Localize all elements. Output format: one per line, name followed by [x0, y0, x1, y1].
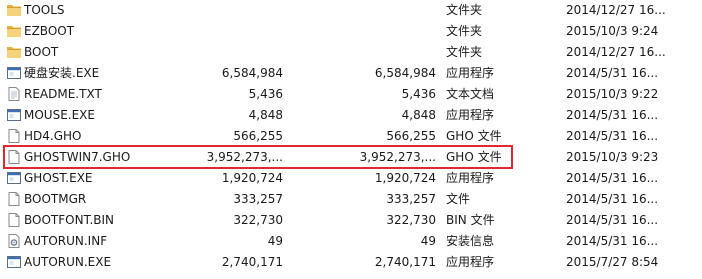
file-packed-size: 3,952,273,...	[359, 150, 436, 164]
file-type: BIN 文件	[446, 213, 495, 227]
file-packed-size: 5,436	[401, 87, 436, 101]
exe-window-icon	[6, 170, 22, 186]
file-modified-date: 2014/5/31 16...	[566, 108, 659, 122]
file-row[interactable]: AUTORUN.INF 49 49 安装信息 2014/5/31 16...	[0, 231, 702, 252]
file-type: 应用程序	[446, 108, 495, 122]
file-type: 应用程序	[446, 66, 495, 80]
file-modified-date: 2014/5/31 16...	[566, 129, 659, 143]
file-row[interactable]: AUTORUN.EXE 2,740,171 2,740,171 应用程序 2015/7/…	[0, 252, 702, 273]
file-size: 49	[267, 234, 283, 248]
file-row[interactable]: BOOTFONT.BIN 322,730 322,730 BIN 文件 2014/5/3…	[0, 210, 702, 231]
file-packed-size: 49	[420, 234, 436, 248]
file-type: 文件	[446, 192, 471, 206]
file-size: 1,920,724	[221, 171, 283, 185]
file-type: 应用程序	[446, 255, 495, 269]
file-type: 应用程序	[446, 171, 495, 185]
file-type: 文件夹	[446, 24, 483, 38]
blank-file-icon	[6, 149, 22, 165]
file-packed-size: 2,740,171	[374, 255, 436, 269]
file-list: TOOLS 文件夹 2014/12/27 16... EZBOOT 文件夹 2015/10…	[0, 0, 702, 279]
file-modified-date: 2015/10/3 9:23	[566, 150, 659, 164]
file-size: 4,848	[248, 108, 283, 122]
blank-file-icon	[6, 128, 22, 144]
file-row[interactable]: GHOST.EXE 1,920,724 1,920,724 应用程序 2014/5/31…	[0, 168, 702, 189]
file-packed-size: 6,584,984	[374, 66, 436, 80]
file-modified-date: 2014/5/31 16...	[566, 213, 659, 227]
folder-icon	[6, 2, 22, 18]
folder-icon	[6, 23, 22, 39]
file-name: AUTORUN.INF	[24, 234, 108, 248]
file-name: 硬盘安装.EXE	[24, 66, 100, 80]
file-name: BOOTFONT.BIN	[24, 213, 115, 227]
text-document-icon	[6, 86, 22, 102]
file-size: 5,436	[248, 87, 283, 101]
file-name: HD4.GHO	[24, 129, 82, 143]
file-modified-date: 2014/5/31 16...	[566, 234, 659, 248]
folder-icon	[6, 44, 22, 60]
exe-window-icon	[6, 65, 22, 81]
file-size: 2,740,171	[221, 255, 283, 269]
file-type: 安装信息	[446, 234, 495, 248]
file-packed-size: 566,255	[386, 129, 436, 143]
file-modified-date: 2014/5/31 16...	[566, 171, 659, 185]
file-name: GHOSTWIN7.GHO	[24, 150, 131, 164]
file-size: 566,255	[233, 129, 283, 143]
blank-file-icon	[6, 212, 22, 228]
file-type: 文本文档	[446, 87, 495, 101]
file-row[interactable]: BOOTMGR 333,257 333,257 文件 2014/5/31 16...	[0, 189, 702, 210]
file-packed-size: 322,730	[386, 213, 436, 227]
file-size: 322,730	[233, 213, 283, 227]
file-size: 3,952,273,...	[206, 150, 283, 164]
settings-file-icon	[6, 233, 22, 249]
file-row[interactable]: GHOSTWIN7.GHO 3,952,273,... 3,952,273,... G…	[0, 147, 702, 168]
file-modified-date: 2015/7/27 8:54	[566, 255, 659, 269]
file-name: BOOT	[24, 45, 59, 59]
file-name: GHOST.EXE	[24, 171, 93, 185]
file-packed-size: 1,920,724	[374, 171, 436, 185]
file-row[interactable]: EZBOOT 文件夹 2015/10/3 9:24	[0, 21, 702, 42]
file-name: MOUSE.EXE	[24, 108, 95, 122]
file-name: EZBOOT	[24, 24, 75, 38]
file-modified-date: 2015/10/3 9:22	[566, 87, 659, 101]
file-modified-date: 2014/5/31 16...	[566, 66, 659, 80]
file-name: TOOLS	[24, 3, 65, 17]
file-row[interactable]: TOOLS 文件夹 2014/12/27 16...	[0, 0, 702, 21]
file-modified-date: 2014/12/27 16...	[566, 45, 666, 59]
file-modified-date: 2014/12/27 16...	[566, 3, 666, 17]
file-row[interactable]: HD4.GHO 566,255 566,255 GHO 文件 2014/5/31 16.…	[0, 126, 702, 147]
file-packed-size: 333,257	[386, 192, 436, 206]
file-row[interactable]: 硬盘安装.EXE 6,584,984 6,584,984 应用程序 2014/5/31 …	[0, 63, 702, 84]
file-modified-date: 2015/10/3 9:24	[566, 24, 659, 38]
file-row[interactable]: MOUSE.EXE 4,848 4,848 应用程序 2014/5/31 16...	[0, 105, 702, 126]
exe-window-icon	[6, 254, 22, 270]
file-type: GHO 文件	[446, 150, 502, 164]
file-name: README.TXT	[24, 87, 102, 101]
file-type: GHO 文件	[446, 129, 502, 143]
blank-file-icon	[6, 191, 22, 207]
file-row[interactable]: BOOT 文件夹 2014/12/27 16...	[0, 42, 702, 63]
file-name: AUTORUN.EXE	[24, 255, 112, 269]
file-size: 333,257	[233, 192, 283, 206]
file-type: 文件夹	[446, 3, 483, 17]
file-type: 文件夹	[446, 45, 483, 59]
file-row[interactable]: README.TXT 5,436 5,436 文本文档 2015/10/3 9:22	[0, 84, 702, 105]
file-packed-size: 4,848	[401, 108, 436, 122]
file-name: BOOTMGR	[24, 192, 87, 206]
file-size: 6,584,984	[221, 66, 283, 80]
file-modified-date: 2014/5/31 16...	[566, 192, 659, 206]
exe-window-icon	[6, 107, 22, 123]
